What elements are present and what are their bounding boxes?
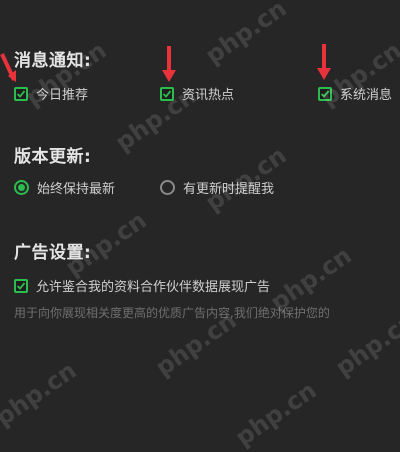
updates-title: 版本更新:	[14, 147, 92, 167]
checkbox-checked-icon	[14, 278, 28, 293]
checkbox-checked-icon	[160, 86, 174, 101]
checkbox-label: 系统消息	[340, 88, 393, 103]
ads-title: 广告设置:	[14, 243, 92, 263]
watermark: php.cn	[0, 356, 82, 432]
annotation-arrow-icon	[162, 46, 176, 82]
checkbox-label: 资讯热点	[182, 88, 235, 103]
checkbox-today-recommend[interactable]: 今日推荐	[14, 84, 88, 103]
radio-notify-on-update[interactable]: 有更新时提醒我	[160, 178, 274, 197]
checkbox-news-hot[interactable]: 资讯热点	[160, 84, 234, 103]
checkbox-system-message[interactable]: 系统消息	[318, 84, 392, 103]
watermark: php.cn	[230, 376, 322, 452]
radio-unselected-icon	[160, 180, 175, 195]
ads-description: 用于向你展现相关度更高的优质广告内容,我们绝对保护您的	[14, 306, 330, 320]
checkbox-label: 允许鉴合我的资料合作伙伴数据展现广告	[36, 280, 271, 295]
notifications-title: 消息通知:	[14, 51, 92, 71]
annotation-arrow-icon	[0, 53, 16, 82]
radio-selected-icon	[14, 180, 29, 195]
radio-label: 有更新时提醒我	[183, 182, 275, 197]
checkbox-checked-icon	[14, 86, 28, 101]
annotation-arrow-icon	[317, 44, 331, 80]
checkbox-allow-partner-ads[interactable]: 允许鉴合我的资料合作伙伴数据展现广告	[14, 276, 270, 295]
watermark: php.cn	[200, 0, 292, 70]
radio-label: 始终保持最新	[37, 182, 116, 197]
checkbox-checked-icon	[318, 86, 332, 101]
checkbox-label: 今日推荐	[36, 88, 89, 103]
radio-always-latest[interactable]: 始终保持最新	[14, 178, 115, 197]
